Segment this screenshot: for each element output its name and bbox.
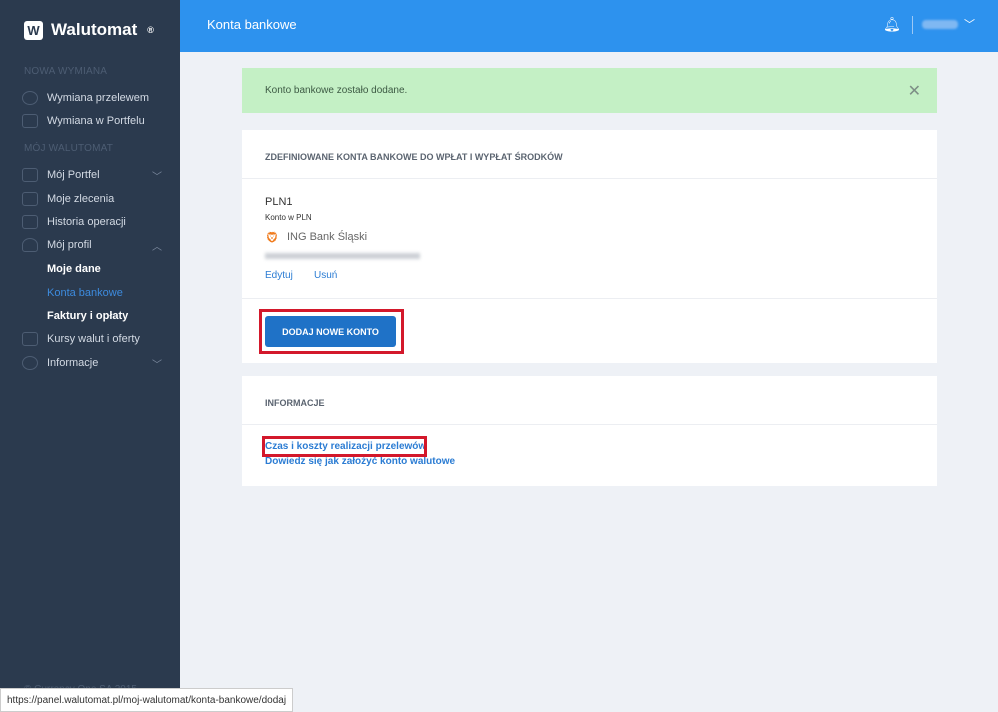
section-label: NOWA WYMIANA — [24, 66, 108, 77]
registered-mark: ® — [147, 25, 154, 35]
chevron-up-icon: ︿ — [152, 241, 162, 253]
currency-account-link[interactable]: Dowiedz się jak założyć konto walutowe — [265, 456, 455, 467]
bank-name: ING Bank Śląski — [286, 231, 368, 243]
success-alert: Konto bankowe zostało dodane. ✕ — [242, 68, 937, 113]
sidebar-item-kursy[interactable]: Kursy walut i oferty — [22, 329, 162, 349]
sidebar-item-moj-profil[interactable]: Mój profil ︿ — [22, 235, 162, 255]
label: Historia operacji — [47, 216, 126, 228]
chevron-down-icon[interactable]: ﹀ — [964, 16, 975, 32]
exchange-icon — [22, 114, 38, 128]
sidebar-sub-konta-bankowe[interactable]: Konta bankowe — [47, 287, 123, 299]
wallet-icon — [22, 168, 38, 182]
divider — [242, 424, 937, 425]
logo-icon: W — [24, 20, 43, 40]
sidebar-item-historia[interactable]: Historia operacji — [22, 212, 162, 232]
card-title: INFORMACJE — [265, 398, 325, 408]
info-card: INFORMACJE Czas i koszty realizacji prze… — [242, 376, 937, 486]
account-number-blurred — [265, 253, 420, 259]
card-title: ZDEFINIOWANE KONTA BANKOWE DO WPŁAT I WY… — [265, 152, 563, 162]
bell-icon[interactable]: 🔔︎ — [883, 16, 901, 33]
list-icon — [22, 192, 38, 206]
brand-name: Walutomat — [51, 20, 138, 39]
label: Kursy walut i oferty — [47, 333, 140, 345]
sidebar-item-moj-portfel[interactable]: Mój Portfel ﹀ — [22, 165, 162, 185]
top-bar: Konta bankowe 🔔︎ ﹀ — [180, 0, 998, 52]
label: Moje zlecenia — [47, 193, 115, 205]
label: Informacje — [47, 357, 99, 369]
sidebar-item-moje-zlecenia[interactable]: Moje zlecenia — [22, 189, 162, 209]
calendar-icon — [22, 215, 38, 229]
sidebar-item-informacje[interactable]: Informacje ﹀ — [22, 353, 162, 373]
divider — [912, 16, 913, 34]
label: Mój profil — [47, 239, 92, 251]
delete-link[interactable]: Usuń — [314, 270, 337, 281]
chevron-down-icon: ﹀ — [152, 171, 162, 183]
label: Wymiana w Portfelu — [47, 115, 145, 127]
bank: 🦁︎ ING Bank Śląski — [265, 231, 367, 244]
sidebar-item-wymiana-przelewem[interactable]: Wymiana przelewem — [22, 88, 162, 108]
user-icon — [22, 238, 38, 252]
close-icon[interactable]: ✕ — [908, 81, 921, 101]
page-title: Konta bankowe — [207, 17, 297, 32]
sidebar-sub-faktury[interactable]: Faktury i opłaty — [47, 310, 128, 322]
highlight-box — [262, 436, 427, 457]
account-type: Konto w PLN — [265, 213, 312, 222]
bar-chart-icon — [22, 332, 38, 346]
edit-link[interactable]: Edytuj — [265, 270, 293, 281]
alert-text: Konto bankowe zostało dodane. — [265, 85, 408, 96]
label: Wymiana przelewem — [47, 92, 149, 104]
account-name: PLN1 — [265, 196, 293, 208]
logo[interactable]: W Walutomat ® — [24, 20, 154, 40]
sidebar-sub-moje-dane[interactable]: Moje dane — [47, 263, 101, 275]
divider — [242, 298, 937, 299]
section-label: MÓJ WALUTOMAT — [24, 143, 114, 154]
divider — [242, 178, 937, 179]
info-icon — [22, 356, 38, 370]
sidebar-item-wymiana-portfel[interactable]: Wymiana w Portfelu — [22, 111, 162, 131]
sidebar: W Walutomat ® NOWA WYMIANA Wymiana przelew… — [0, 0, 180, 712]
chevron-down-icon: ﹀ — [152, 359, 162, 371]
label: Mój Portfel — [47, 169, 100, 181]
user-menu[interactable] — [922, 20, 958, 29]
highlight-box — [259, 309, 404, 354]
refresh-icon — [22, 91, 38, 105]
ing-lion-icon: 🦁︎ — [265, 232, 279, 244]
status-bar-url: https://panel.walutomat.pl/moj-walutomat… — [0, 688, 294, 712]
